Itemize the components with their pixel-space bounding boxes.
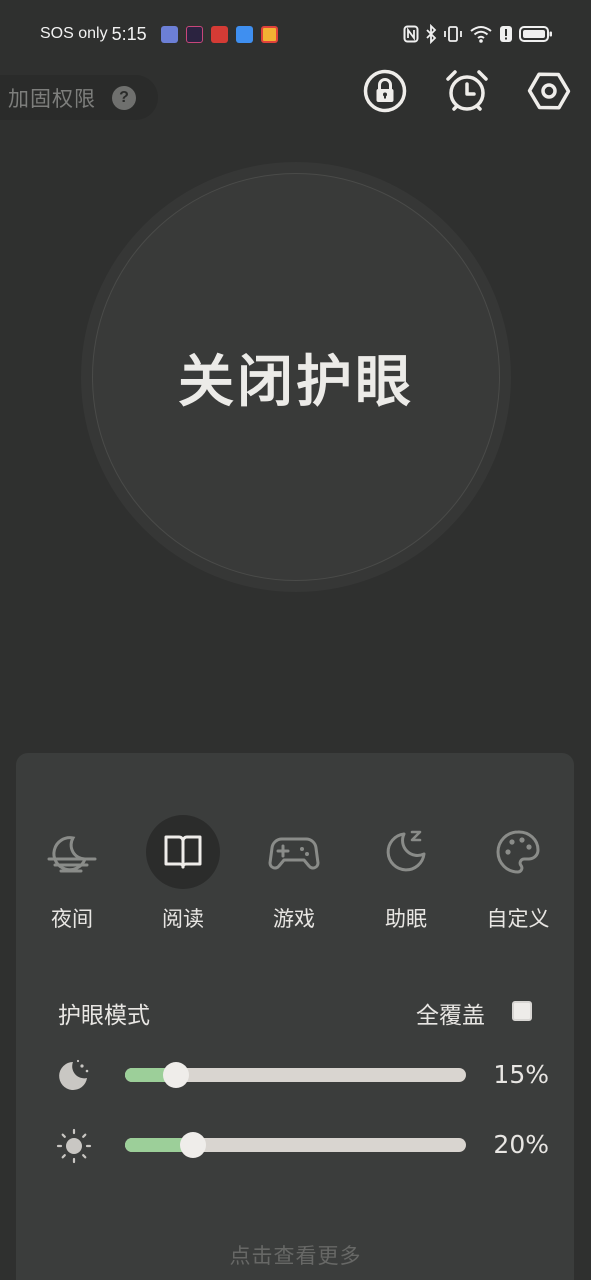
main-toggle-label: 关闭护眼 — [178, 349, 414, 415]
notification-app-icon — [210, 25, 228, 43]
full-cover-label: 全覆盖 — [416, 1003, 485, 1029]
status-bar: SOS only 5:15 — [0, 0, 591, 66]
permission-label: 加固权限 — [8, 86, 96, 111]
nfc-icon — [403, 25, 419, 43]
battery-icon — [519, 26, 552, 42]
mode-label: 助眠 — [385, 907, 427, 931]
mode-custom-icon-wrap — [481, 815, 555, 889]
vibrate-icon — [444, 26, 462, 42]
brightness-slider[interactable] — [125, 1132, 466, 1158]
palette-icon — [496, 830, 540, 874]
filter-value: 15% — [493, 1060, 549, 1089]
full-cover-checkbox[interactable] — [512, 1001, 532, 1021]
book-icon — [164, 835, 202, 869]
mode-label: 夜间 — [51, 907, 93, 931]
mode-label: 阅读 — [162, 907, 204, 931]
mode-night-icon-wrap — [35, 815, 109, 889]
notification-app-icon — [185, 25, 203, 43]
mode-custom[interactable]: 自定义 — [470, 815, 566, 935]
mode-reading[interactable]: 阅读 — [135, 815, 231, 935]
wifi-icon — [470, 26, 492, 43]
notification-app-icon — [160, 25, 178, 43]
notification-app-icon — [260, 25, 278, 43]
clock: 5:15 — [111, 23, 147, 44]
mode-label: 游戏 — [273, 907, 315, 931]
moon-horizon-icon — [47, 836, 97, 873]
brightness-slider-thumb[interactable] — [180, 1132, 207, 1158]
bluetooth-icon — [426, 24, 437, 44]
view-more-link[interactable]: 点击查看更多 — [0, 1240, 591, 1270]
mode-night[interactable]: 夜间 — [24, 815, 120, 935]
alarm-clock-icon[interactable] — [444, 68, 490, 114]
help-icon[interactable]: ? — [112, 85, 136, 110]
notification-app-icon — [235, 25, 253, 43]
filter-slider[interactable] — [125, 1062, 466, 1088]
filter-slider-thumb[interactable] — [163, 1062, 190, 1088]
status-left: SOS only 5:15 — [40, 22, 278, 46]
sun-brightness-icon — [56, 1128, 92, 1164]
moon-stars-icon — [59, 1059, 89, 1090]
mode-sleep-icon-wrap — [369, 815, 443, 889]
permission-pill[interactable]: 加固权限 ? — [0, 75, 158, 120]
mode-game[interactable]: 游戏 — [246, 815, 342, 935]
mode-game-icon-wrap — [257, 815, 331, 889]
sleep-moon-icon — [386, 830, 426, 872]
mode-sleep[interactable]: 助眠 — [358, 815, 454, 935]
gamepad-icon — [268, 837, 320, 870]
brightness-value: 20% — [493, 1130, 549, 1159]
mode-reading-icon-wrap — [146, 815, 220, 889]
settings-hex-icon[interactable] — [526, 68, 572, 114]
alert-icon — [500, 26, 512, 42]
carrier-text: SOS only — [40, 25, 108, 42]
main-toggle-button[interactable]: 关闭护眼 — [92, 173, 500, 581]
status-right — [403, 22, 553, 46]
eye-mode-title: 护眼模式 — [58, 1003, 150, 1029]
lock-icon[interactable] — [362, 68, 408, 114]
mode-label: 自定义 — [486, 907, 550, 931]
